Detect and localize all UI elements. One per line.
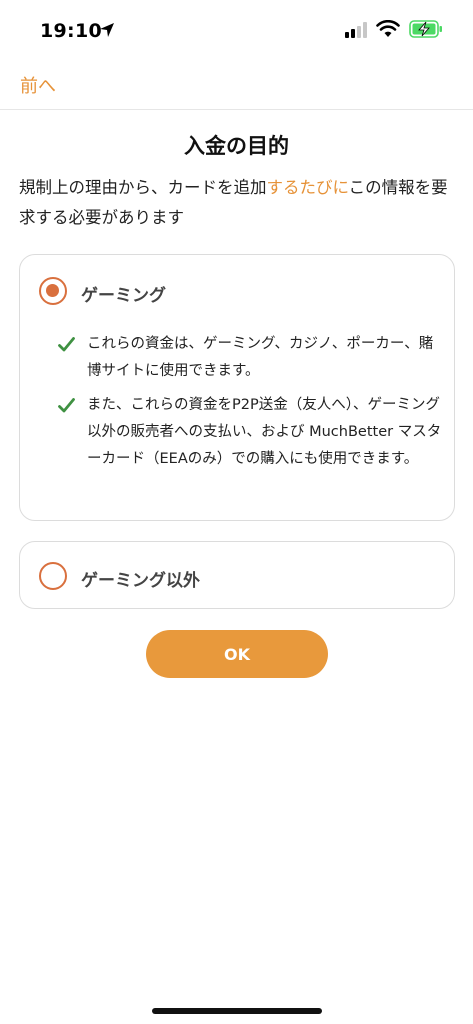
description-text: 規制上の理由から、カードを追加するたびにこの情報を要求する必要があります [19, 173, 459, 233]
back-link[interactable]: 前へ [20, 72, 56, 98]
location-arrow-icon [100, 23, 114, 37]
status-time: 19:10 [40, 20, 102, 42]
checkmark-icon [58, 337, 75, 352]
ok-button[interactable]: OK [146, 630, 328, 678]
bullet-text: これらの資金は、ゲーミング、カジノ、ポーカー、賭博サイトに使用できます。 [87, 336, 434, 379]
option-gaming-label: ゲーミング [81, 286, 166, 306]
option-non-gaming-card[interactable]: ゲーミング以外 [19, 541, 455, 609]
radio-selected-dot [46, 284, 59, 297]
list-item: これらの資金は、ゲーミング、カジノ、ポーカー、賭博サイトに使用できます。 [58, 331, 443, 385]
bullet-text: また、これらの資金をP2P送金（友人へ）、ゲーミング以外の販売者への支払い、およ… [87, 397, 442, 467]
list-item: また、これらの資金をP2P送金（友人へ）、ゲーミング以外の販売者への支払い、およ… [58, 392, 443, 473]
checkmark-icon [58, 398, 75, 413]
radio-non-gaming[interactable] [39, 562, 67, 590]
description-before: 規制上の理由から、カードを追加 [19, 178, 267, 197]
status-bar: 19:10 [0, 0, 473, 60]
nav-bar: 前へ [0, 60, 473, 110]
wifi-icon [376, 20, 400, 37]
signal-bars-icon [345, 22, 367, 38]
radio-gaming[interactable] [39, 277, 67, 305]
page-title: 入金の目的 [184, 134, 289, 158]
option-non-gaming-label: ゲーミング以外 [81, 571, 200, 591]
home-indicator [152, 1008, 322, 1014]
gaming-bullet-list: これらの資金は、ゲーミング、カジノ、ポーカー、賭博サイトに使用できます。 また、… [58, 331, 443, 480]
battery-charging-icon [409, 20, 442, 38]
option-gaming-card[interactable]: ゲーミング これらの資金は、ゲーミング、カジノ、ポーカー、賭博サイトに使用できま… [19, 254, 455, 521]
description-accent: するたびに [266, 178, 349, 197]
